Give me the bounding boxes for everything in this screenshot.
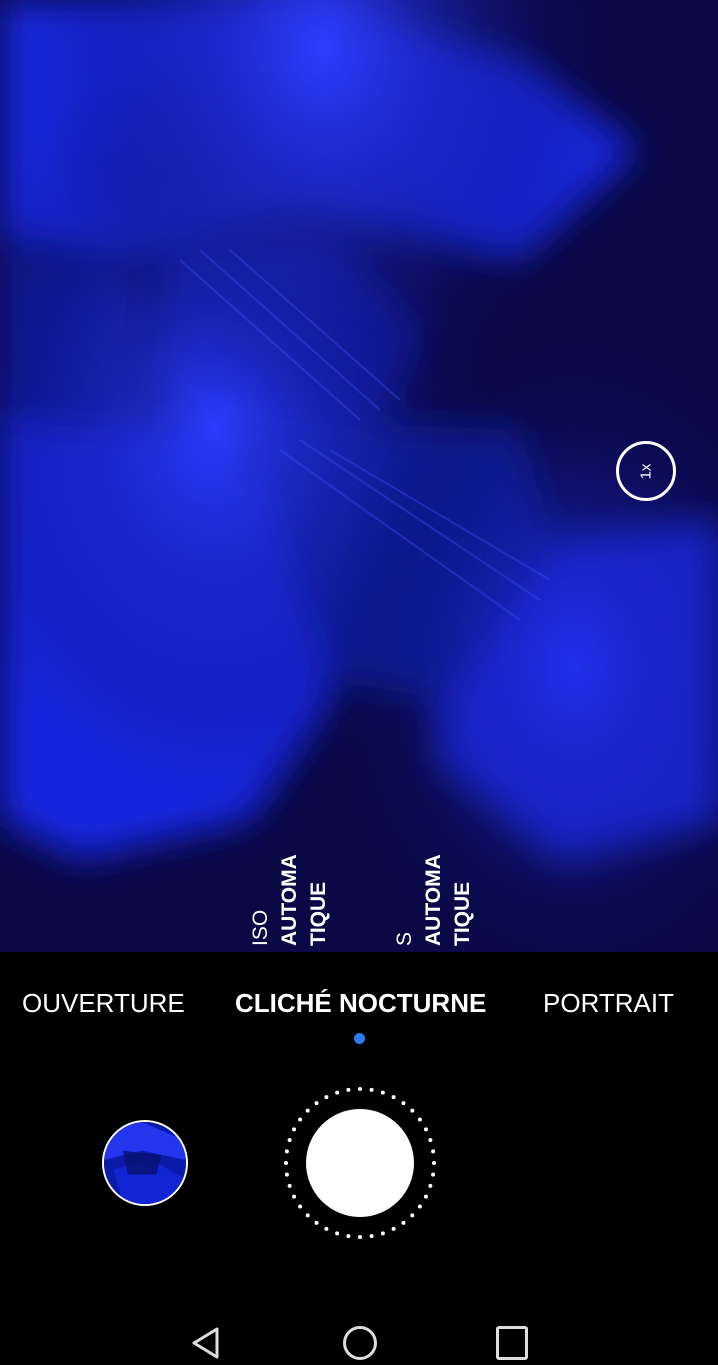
shutter-ring-dot xyxy=(417,1204,422,1209)
shutter-ring-dot xyxy=(292,1194,297,1199)
shutter-ring-dot xyxy=(417,1117,422,1122)
shutter-ring-dot xyxy=(324,1226,329,1231)
shutter-speed-label: S xyxy=(393,931,416,946)
shutter-ring-dot xyxy=(423,1194,428,1199)
shutter-ring-dot xyxy=(314,1101,319,1106)
shutter-ring-dot xyxy=(391,1226,396,1231)
camera-viewfinder[interactable]: 1x ISO AUTOMA TIQUE S AUTOMA TIQUE xyxy=(0,0,718,952)
mode-night-shot[interactable]: CLICHÉ NOCTURNE xyxy=(235,988,486,1019)
shutter-ring-dot xyxy=(335,1231,340,1236)
iso-setting[interactable]: ISO AUTOMA TIQUE xyxy=(246,854,333,946)
shutter-ring-dot xyxy=(287,1183,292,1188)
shutter-ring-dot xyxy=(401,1101,406,1106)
shutter-ring-dot xyxy=(284,1172,289,1177)
shutter-button[interactable] xyxy=(306,1109,414,1217)
active-mode-indicator xyxy=(354,1033,365,1044)
shutter-ring-dot xyxy=(324,1095,329,1100)
gallery-thumbnail[interactable] xyxy=(102,1120,188,1206)
shutter-ring-dot xyxy=(346,1234,351,1239)
shutter-speed-value-line2: TIQUE xyxy=(451,881,474,946)
shutter-ring-dot xyxy=(391,1095,396,1100)
shutter-speed-setting[interactable]: S AUTOMA TIQUE xyxy=(390,854,477,946)
shutter-ring-dot xyxy=(358,1235,362,1239)
shutter-ring-dot xyxy=(369,1234,374,1239)
shutter-ring-dot xyxy=(292,1127,297,1132)
shutter-ring-dot xyxy=(428,1138,433,1143)
shutter-ring-dot xyxy=(335,1090,340,1095)
shutter-ring-dot xyxy=(358,1087,362,1091)
shutter-ring-dot xyxy=(287,1138,292,1143)
zoom-button[interactable]: 1x xyxy=(616,441,676,501)
shutter-ring-dot xyxy=(305,1108,310,1113)
zoom-label: 1x xyxy=(637,463,655,479)
iso-value-line1: AUTOMA xyxy=(278,854,301,946)
shutter-speed-value-line1: AUTOMA xyxy=(422,854,445,946)
recents-icon[interactable] xyxy=(496,1326,528,1360)
mode-portrait[interactable]: PORTRAIT xyxy=(543,988,674,1019)
shutter-ring-dot xyxy=(298,1117,303,1122)
shutter-ring-dot xyxy=(423,1127,428,1132)
shutter-ring-dot xyxy=(428,1183,433,1188)
home-icon[interactable] xyxy=(343,1326,377,1360)
shutter-ring-dot xyxy=(284,1161,288,1165)
shutter-ring-dot xyxy=(410,1108,415,1113)
shutter-ring-dot xyxy=(401,1220,406,1225)
shutter-ring-dot xyxy=(284,1149,289,1154)
shutter-ring-dot xyxy=(369,1087,374,1092)
gallery-thumbnail-image xyxy=(104,1122,186,1204)
shutter-ring-dot xyxy=(305,1213,310,1218)
shutter-ring-dot xyxy=(380,1090,385,1095)
shutter-ring-dot xyxy=(431,1172,436,1177)
shutter-ring-dot xyxy=(314,1220,319,1225)
camera-controls: OUVERTURE CLICHÉ NOCTURNE PORTRAIT xyxy=(0,952,718,1360)
shutter-ring-dot xyxy=(431,1149,436,1154)
shutter-ring-dot xyxy=(410,1213,415,1218)
viewfinder-preview-image xyxy=(0,0,718,952)
shutter-ring-dot xyxy=(346,1087,351,1092)
shutter-ring-dot xyxy=(380,1231,385,1236)
mode-aperture[interactable]: OUVERTURE xyxy=(22,988,185,1019)
shutter-ring-dot xyxy=(298,1204,303,1209)
back-icon[interactable] xyxy=(189,1326,223,1360)
shutter-ring-dot xyxy=(432,1161,436,1165)
iso-label: ISO xyxy=(249,909,272,946)
iso-value-line2: TIQUE xyxy=(307,881,330,946)
